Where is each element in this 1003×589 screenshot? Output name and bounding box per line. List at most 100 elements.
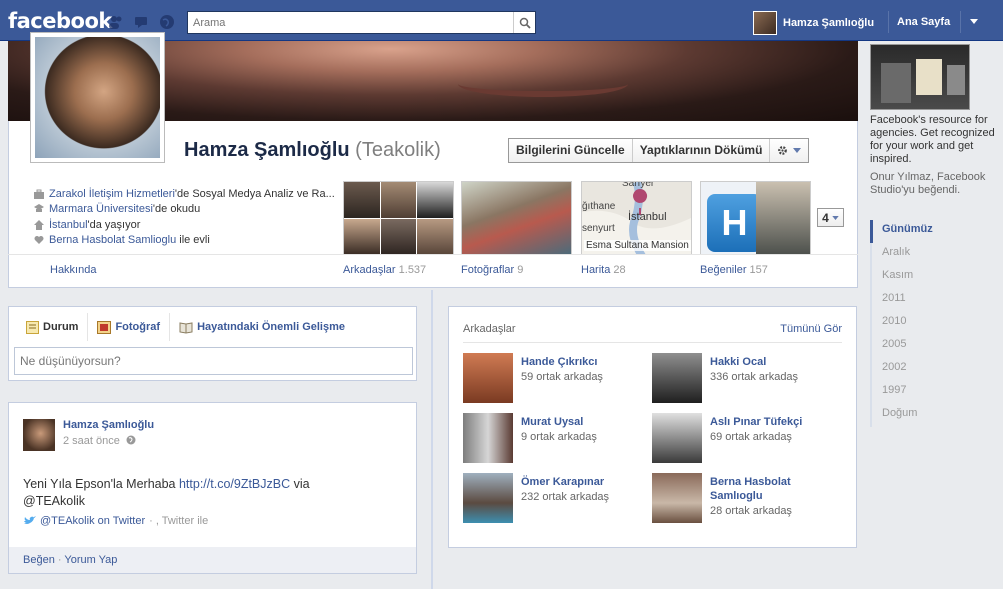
ad-image[interactable] bbox=[870, 44, 970, 110]
friends-tile[interactable] bbox=[343, 181, 454, 255]
post-via-link[interactable]: @TEAkolik on Twitter bbox=[40, 515, 145, 527]
see-all-friends-link[interactable]: Tümünü Gör bbox=[780, 323, 842, 335]
friend-name[interactable]: Berna Hasbolat Samlıoglu bbox=[710, 475, 840, 503]
year-nav-item[interactable]: Günümüz bbox=[870, 220, 933, 243]
friend-name[interactable]: Hande Çıkrıkcı bbox=[521, 355, 651, 369]
post-time-text[interactable]: 2 saat önce bbox=[63, 435, 120, 447]
life-event-icon bbox=[179, 321, 193, 334]
profile-picture[interactable] bbox=[30, 32, 165, 163]
info-relationship-link[interactable]: Berna Hasbolat Samlioglu bbox=[49, 234, 176, 246]
post-time: 2 saat önce bbox=[63, 435, 136, 447]
status-composer: Durum Fotoğraf Hayatındaki Önemli Gelişm… bbox=[8, 306, 417, 381]
composer-tab-photo[interactable]: Fotoğraf bbox=[88, 313, 171, 341]
friend-name[interactable]: Murat Uysal bbox=[521, 415, 651, 429]
like-button[interactable]: Beğen bbox=[23, 554, 55, 566]
photo-icon bbox=[97, 320, 112, 334]
year-nav-item[interactable]: 2002 bbox=[872, 358, 933, 381]
year-nav-item[interactable]: 2005 bbox=[872, 335, 933, 358]
friend-name[interactable]: Ömer Karapınar bbox=[521, 475, 651, 489]
friend-requests-icon[interactable] bbox=[108, 14, 124, 30]
account-dropdown-icon[interactable] bbox=[970, 19, 978, 24]
notifications-globe-icon[interactable] bbox=[159, 14, 175, 30]
composer-tab-photo-label: Fotoğraf bbox=[115, 321, 161, 333]
friend-mutual-count: 28 ortak arkadaş bbox=[710, 505, 792, 517]
friend-item[interactable]: Murat Uysal 9 ortak arkadaş bbox=[463, 413, 653, 465]
year-nav-item[interactable]: Aralık bbox=[872, 243, 933, 266]
tab-map-label: Harita bbox=[581, 264, 611, 276]
tab-likes-count: 157 bbox=[749, 264, 768, 276]
tab-map-count: 28 bbox=[613, 264, 626, 276]
friend-photo[interactable] bbox=[652, 473, 702, 523]
settings-button[interactable] bbox=[770, 139, 808, 162]
post-link[interactable]: http://t.co/9ZtBJzBC bbox=[179, 477, 290, 491]
ad-text[interactable]: Facebook's resource for agencies. Get re… bbox=[870, 114, 998, 166]
comment-button[interactable]: Yorum Yap bbox=[64, 554, 117, 566]
photos-tile[interactable] bbox=[461, 181, 572, 255]
info-location-link[interactable]: İstanbul bbox=[49, 219, 88, 231]
info-work-link[interactable]: Zarakol İletişim Hizmetleri bbox=[49, 188, 175, 200]
profile-actions: Bilgilerini Güncelle Yaptıklarının Döküm… bbox=[508, 138, 810, 163]
search-input[interactable] bbox=[188, 12, 508, 33]
top-profile-link[interactable]: Hamza Şamlıoğlu bbox=[753, 11, 874, 35]
post-author-name[interactable]: Hamza Şamlıoğlu bbox=[63, 419, 154, 431]
tab-likes[interactable]: Beğeniler 157 bbox=[700, 264, 768, 276]
info-location-text: 'da yaşıyor bbox=[87, 218, 141, 231]
friend-item[interactable]: Ömer Karapınar 232 ortak arkadaş bbox=[463, 473, 653, 525]
composer-tab-life-event[interactable]: Hayatındaki Önemli Gelişme bbox=[170, 313, 354, 341]
likes-photo bbox=[756, 182, 810, 254]
post-text-before: Yeni Yıla Epson'la Merhaba bbox=[23, 477, 179, 491]
timeline-spine bbox=[431, 290, 433, 589]
search-box[interactable] bbox=[187, 11, 536, 34]
year-nav-item[interactable]: 2011 bbox=[872, 289, 933, 312]
friend-name[interactable]: Hakki Ocal bbox=[710, 355, 840, 369]
top-separator bbox=[888, 11, 889, 33]
post-author-avatar[interactable] bbox=[23, 419, 55, 451]
tab-photos-label: Fotoğraflar bbox=[461, 264, 515, 276]
tab-map[interactable]: Harita 28 bbox=[581, 264, 626, 276]
more-tiles-button[interactable]: 4 bbox=[817, 208, 844, 227]
composer-tab-status[interactable]: Durum bbox=[17, 313, 89, 341]
update-info-button[interactable]: Bilgilerini Güncelle bbox=[509, 139, 633, 162]
map-label-city: İstanbul bbox=[628, 211, 667, 223]
friend-mutual-count: 232 ortak arkadaş bbox=[521, 491, 610, 503]
briefcase-icon bbox=[34, 189, 44, 199]
gear-icon bbox=[778, 146, 788, 155]
friend-photo[interactable] bbox=[652, 413, 702, 463]
tab-friends[interactable]: Arkadaşlar 1.537 bbox=[343, 264, 426, 276]
likes-tile[interactable]: H bbox=[700, 181, 811, 255]
top-avatar bbox=[753, 11, 777, 35]
home-icon bbox=[34, 219, 44, 230]
friend-item[interactable]: Hakki Ocal 336 ortak arkadaş bbox=[652, 353, 842, 405]
friend-name[interactable]: Aslı Pınar Tüfekçi bbox=[710, 415, 840, 429]
info-location: İstanbul'da yaşıyor bbox=[34, 217, 335, 233]
activity-log-button[interactable]: Yaptıklarının Dökümü bbox=[633, 139, 771, 162]
year-nav-item[interactable]: Doğum bbox=[872, 404, 933, 427]
tab-photos[interactable]: Fotoğraflar 9 bbox=[461, 264, 523, 276]
likes-logo-image: H bbox=[707, 194, 762, 252]
map-tile[interactable]: Sarıyer ğıthane İstanbul senyurt Esma Su… bbox=[581, 181, 692, 255]
search-button[interactable] bbox=[513, 12, 535, 33]
status-input[interactable]: Ne düşünüyorsun? bbox=[14, 347, 413, 375]
twitter-bird-icon bbox=[24, 516, 36, 524]
friend-item[interactable]: Berna Hasbolat Samlıoglu 28 ortak arkada… bbox=[652, 473, 842, 525]
messages-icon[interactable] bbox=[134, 14, 150, 30]
friend-photo[interactable] bbox=[463, 473, 513, 523]
composer-tab-life-event-label: Hayatındaki Önemli Gelişme bbox=[197, 321, 346, 333]
privacy-globe-icon[interactable] bbox=[126, 435, 136, 445]
home-link[interactable]: Ana Sayfa bbox=[897, 16, 950, 28]
friend-item[interactable]: Hande Çıkrıkcı 59 ortak arkadaş bbox=[463, 353, 653, 405]
facebook-logo[interactable]: facebook bbox=[8, 9, 112, 33]
search-icon bbox=[519, 17, 531, 29]
tab-friends-label: Arkadaşlar bbox=[343, 264, 396, 276]
year-nav-item[interactable]: 2010 bbox=[872, 312, 933, 335]
friend-item[interactable]: Aslı Pınar Tüfekçi 69 ortak arkadaş bbox=[652, 413, 842, 465]
year-nav-item[interactable]: 1997 bbox=[872, 381, 933, 404]
info-education-link[interactable]: Marmara Üniversitesi bbox=[49, 203, 153, 215]
status-icon bbox=[26, 320, 39, 334]
tab-about[interactable]: Hakkında bbox=[50, 264, 96, 276]
friend-photo[interactable] bbox=[463, 353, 513, 403]
friend-photo[interactable] bbox=[463, 413, 513, 463]
friend-photo[interactable] bbox=[652, 353, 702, 403]
year-nav-item[interactable]: Kasım bbox=[872, 266, 933, 289]
chevron-down-icon bbox=[832, 215, 839, 220]
